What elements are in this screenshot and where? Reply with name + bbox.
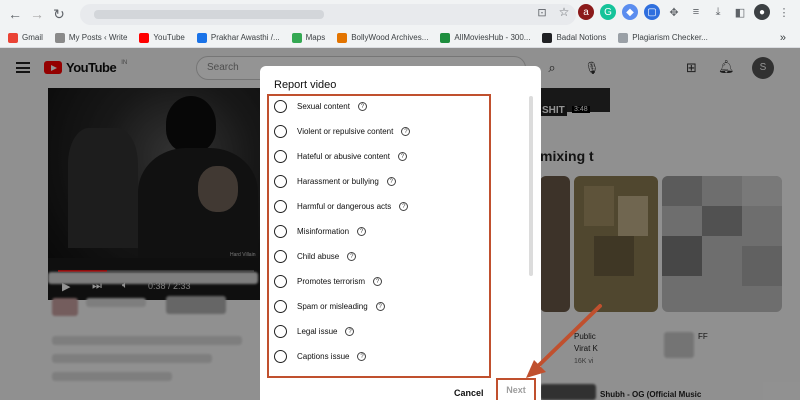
screenshot-root: ← → ↻ ⊡ ☆ a G ◆ ▢ ✥ ≡ ⤓ ◧ ● ⋮ Gmail My Po… [0, 0, 800, 400]
annotation-arrow [526, 304, 602, 378]
